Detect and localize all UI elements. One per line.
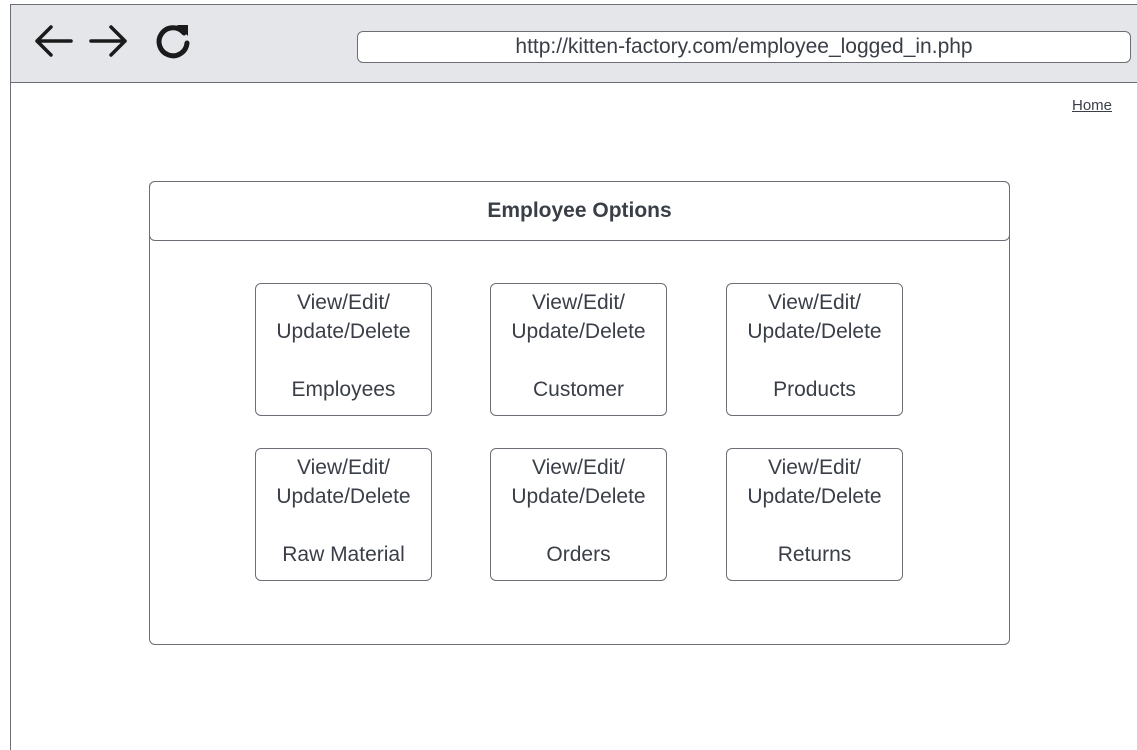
tile-label-line2: Update/Delete (747, 320, 882, 343)
tile-entity-label: Orders (546, 543, 611, 566)
home-link[interactable]: Home (1072, 97, 1112, 114)
tile-label-line2: Update/Delete (276, 320, 411, 343)
address-bar[interactable]: http://kitten-factory.com/employee_logge… (357, 31, 1131, 63)
tile-label-line2: Update/Delete (511, 320, 646, 343)
arrow-right-icon (89, 25, 127, 57)
employees-option-button[interactable]: View/Edit/ Update/Delete Employees (255, 283, 432, 416)
reload-icon (156, 25, 190, 59)
raw-material-option-button[interactable]: View/Edit/ Update/Delete Raw Material (255, 448, 432, 581)
tile-label-line1: View/Edit/ (297, 291, 390, 314)
tile-entity-label: Products (773, 378, 856, 401)
orders-option-button[interactable]: View/Edit/ Update/Delete Orders (490, 448, 667, 581)
tile-label-line2: Update/Delete (511, 485, 646, 508)
url-text: http://kitten-factory.com/employee_logge… (515, 35, 973, 58)
tile-label-line1: View/Edit/ (297, 456, 390, 479)
arrow-left-icon (35, 25, 73, 57)
tile-label-line1: View/Edit/ (768, 456, 861, 479)
back-button[interactable] (31, 19, 75, 63)
reload-button[interactable] (151, 19, 195, 63)
customer-option-button[interactable]: View/Edit/ Update/Delete Customer (490, 283, 667, 416)
employee-options-panel: Employee Options View/Edit/ Update/Delet… (149, 181, 1010, 645)
tile-label-line1: View/Edit/ (532, 291, 625, 314)
tile-entity-label: Employees (291, 378, 396, 401)
browser-toolbar: http://kitten-factory.com/employee_logge… (11, 5, 1137, 83)
tile-entity-label: Raw Material (282, 543, 405, 566)
browser-window: http://kitten-factory.com/employee_logge… (10, 4, 1137, 750)
tile-label-line1: View/Edit/ (532, 456, 625, 479)
tile-label-line2: Update/Delete (747, 485, 882, 508)
tile-entity-label: Customer (532, 378, 625, 401)
tile-label-line1: View/Edit/ (768, 291, 861, 314)
tile-entity-label: Returns (777, 543, 852, 566)
returns-option-button[interactable]: View/Edit/ Update/Delete Returns (726, 448, 903, 581)
tile-label-line2: Update/Delete (276, 485, 411, 508)
panel-title: Employee Options (149, 181, 1010, 241)
products-option-button[interactable]: View/Edit/ Update/Delete Products (726, 283, 903, 416)
forward-button[interactable] (87, 19, 131, 63)
